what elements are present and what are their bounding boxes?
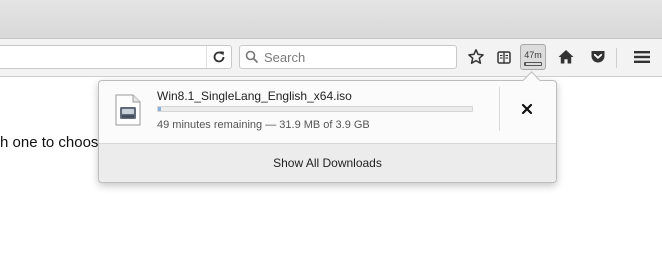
download-filename: Win8.1_SingleLang_English_x64.iso	[157, 89, 352, 103]
downloads-progress-fill	[525, 63, 526, 65]
downloads-panel: Win8.1_SingleLang_English_x64.iso 49 min…	[98, 71, 557, 183]
reload-button[interactable]	[206, 46, 231, 68]
home-button[interactable]	[553, 44, 579, 70]
download-status: 49 minutes remaining — 31.9 MB of 3.9 GB	[157, 119, 370, 131]
tab-strip	[0, 0, 662, 39]
hamburger-menu-icon	[634, 51, 650, 63]
pocket-icon	[591, 51, 605, 63]
home-icon	[558, 50, 574, 64]
search-icon	[240, 50, 264, 64]
navigation-toolbar: 47m	[0, 39, 662, 77]
disk-image-file-icon	[115, 94, 141, 126]
downloads-icon	[524, 62, 542, 66]
search-bar[interactable]	[239, 45, 457, 69]
downloads-button[interactable]: 47m	[520, 44, 546, 70]
reload-icon	[213, 51, 225, 63]
close-icon	[521, 103, 533, 115]
reading-list-icon	[497, 51, 511, 64]
open-menu-button[interactable]	[629, 44, 655, 70]
pocket-button[interactable]	[585, 44, 611, 70]
url-bar[interactable]	[0, 45, 232, 69]
download-item[interactable]: Win8.1_SingleLang_English_x64.iso 49 min…	[99, 81, 556, 143]
star-icon	[468, 49, 484, 64]
search-input[interactable]	[264, 47, 444, 67]
cancel-download-button[interactable]	[515, 97, 539, 121]
reading-list-button[interactable]	[491, 44, 517, 70]
toolbar-separator	[616, 48, 617, 68]
download-progress-bar	[157, 106, 473, 112]
download-item-separator	[499, 87, 500, 131]
downloads-time-remaining: 47m	[524, 50, 542, 60]
bookmark-star-button[interactable]	[463, 44, 489, 70]
download-progress-fill	[158, 107, 162, 111]
show-all-downloads-button[interactable]: Show All Downloads	[99, 143, 556, 182]
